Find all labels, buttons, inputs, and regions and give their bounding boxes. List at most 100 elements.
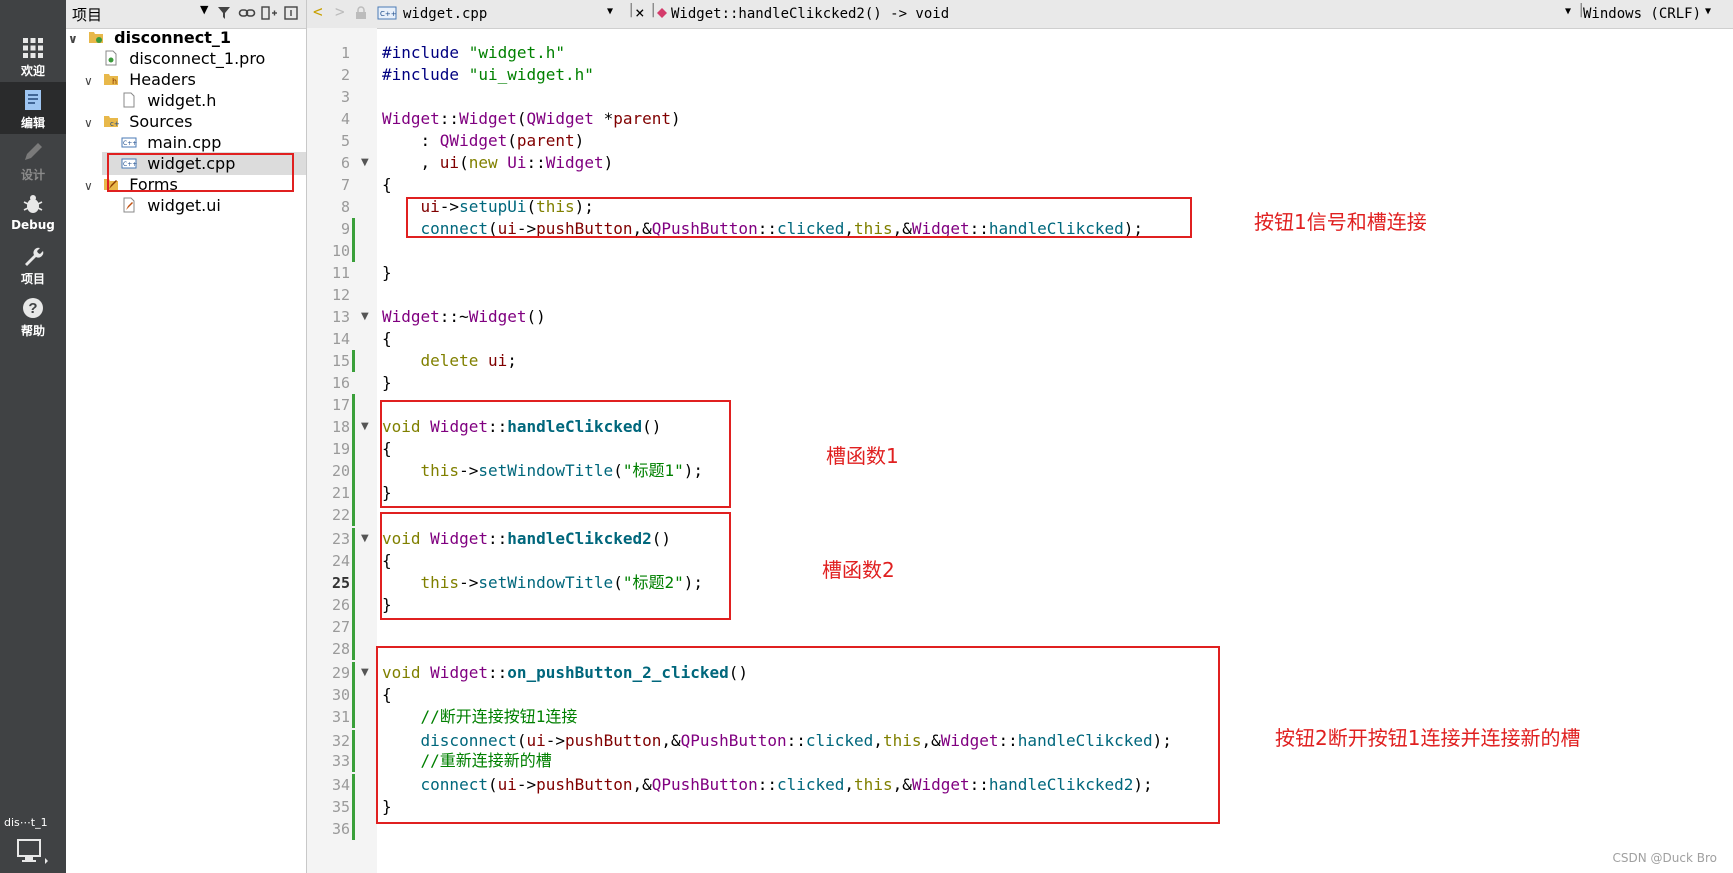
- line-number: 15: [331, 352, 350, 370]
- code-line[interactable]: }: [382, 262, 392, 284]
- code-line[interactable]: , ui(new Ui::Widget): [382, 152, 614, 174]
- line-number: 30: [331, 686, 350, 704]
- chevron-down-icon[interactable]: ▼: [1565, 6, 1571, 17]
- monitor-icon[interactable]: [16, 838, 50, 868]
- chevron-down-icon[interactable]: ▼: [607, 6, 613, 17]
- tree-item-project[interactable]: ∨ disconnect_1: [66, 26, 306, 49]
- line-number: 13: [331, 308, 350, 326]
- mode-edit[interactable]: 编辑: [0, 82, 66, 134]
- line-number: 16: [331, 374, 350, 392]
- fold-arrow-icon[interactable]: ▼: [361, 533, 371, 544]
- code-line[interactable]: Widget::~Widget(): [382, 306, 546, 328]
- highlight-box-slot2: [380, 512, 731, 620]
- line-number: 6: [340, 154, 350, 172]
- line-number: 14: [331, 330, 350, 348]
- chevron-down-icon[interactable]: ∨: [68, 28, 82, 51]
- line-number: 5: [340, 132, 350, 150]
- lock-icon[interactable]: [355, 6, 367, 20]
- mode-debug[interactable]: Debug: [0, 186, 66, 238]
- folder-headers-icon: h: [104, 74, 119, 86]
- chevron-down-icon[interactable]: ▼: [200, 3, 208, 16]
- tree-item-widget-h[interactable]: widget.h: [102, 89, 306, 112]
- help-icon: ?: [23, 298, 43, 318]
- code-line[interactable]: : QWidget(parent): [382, 130, 585, 152]
- code-line[interactable]: #include "widget.h": [382, 42, 565, 64]
- line-ending-selector[interactable]: Windows (CRLF): [1583, 6, 1701, 22]
- code-line[interactable]: {: [382, 328, 392, 350]
- line-number: 10: [331, 242, 350, 260]
- line-number: 21: [331, 484, 350, 502]
- tree-item-label: main.cpp: [147, 133, 222, 152]
- code-line[interactable]: Widget::Widget(QWidget *parent): [382, 108, 681, 130]
- open-document-selector[interactable]: widget.cpp: [403, 6, 487, 22]
- filter-icon[interactable]: [216, 4, 234, 22]
- mode-projects[interactable]: 项目: [0, 238, 66, 290]
- mode-design[interactable]: 设计: [0, 134, 66, 186]
- fold-arrow-icon[interactable]: ▼: [361, 667, 371, 678]
- fold-arrow-icon[interactable]: ▼: [361, 157, 371, 168]
- line-number: 1: [340, 44, 350, 62]
- line-number: 24: [331, 552, 350, 570]
- chevron-down-icon[interactable]: ∨: [84, 70, 98, 93]
- tree-item-pro-file[interactable]: disconnect_1.pro: [84, 47, 306, 70]
- change-marker: [352, 774, 355, 796]
- back-arrow-icon[interactable]: <: [313, 2, 323, 21]
- tree-item-headers[interactable]: ∨ h Headers: [84, 68, 306, 91]
- change-marker: [352, 416, 355, 438]
- line-number: 18: [331, 418, 350, 436]
- line-number: 2: [340, 66, 350, 84]
- change-marker: [352, 684, 355, 706]
- code-line[interactable]: #include "ui_widget.h": [382, 64, 594, 86]
- line-number: 20: [331, 462, 350, 480]
- fold-arrow-icon[interactable]: ▼: [361, 311, 371, 322]
- highlight-box-connect: [406, 197, 1192, 238]
- tree-item-sources[interactable]: ∨ c+ Sources: [84, 110, 306, 133]
- tree-item-widget-ui[interactable]: widget.ui: [102, 194, 306, 217]
- annotation-connect-note: 按钮1信号和槽连接: [1254, 210, 1427, 234]
- change-marker: [352, 350, 355, 372]
- line-number: 25: [331, 574, 350, 592]
- line-number: 33: [331, 752, 350, 770]
- mode-help[interactable]: ? 帮助: [0, 290, 66, 342]
- svg-text:c+: c+: [110, 120, 119, 128]
- line-number: 32: [331, 732, 350, 750]
- highlight-box-disconnect: [376, 646, 1220, 824]
- link-icon[interactable]: [238, 4, 256, 22]
- line-number: 7: [340, 176, 350, 194]
- change-marker: [352, 572, 355, 594]
- tree-item-label: disconnect_1: [114, 28, 231, 47]
- fold-arrow-icon[interactable]: ▼: [361, 421, 371, 432]
- svg-text:C++: C++: [123, 140, 137, 147]
- change-marker: [352, 504, 355, 526]
- change-marker: [352, 482, 355, 504]
- close-icon[interactable]: ×: [635, 3, 645, 22]
- line-number: 35: [331, 798, 350, 816]
- line-number: 11: [331, 264, 350, 282]
- folder-project-icon: [88, 32, 103, 43]
- symbol-selector[interactable]: Widget::handleClikcked2() -> void: [671, 6, 949, 22]
- code-line[interactable]: delete ui;: [382, 350, 517, 372]
- mode-label: 欢迎: [20, 64, 45, 78]
- mode-label: Debug: [11, 218, 55, 232]
- code-line[interactable]: }: [382, 372, 392, 394]
- mode-welcome[interactable]: 欢迎: [0, 30, 66, 82]
- grid-icon: [23, 38, 43, 58]
- line-number: 23: [331, 530, 350, 548]
- code-line[interactable]: {: [382, 174, 392, 196]
- chevron-down-icon[interactable]: ∨: [84, 175, 98, 198]
- annotation-disconnect-note: 按钮2断开按钮1连接并连接新的槽: [1275, 726, 1581, 750]
- chevron-down-icon[interactable]: ▼: [1705, 6, 1711, 17]
- line-number: 28: [331, 640, 350, 658]
- line-number: 3: [340, 88, 350, 106]
- pencil-icon: [25, 143, 42, 160]
- chevron-down-icon[interactable]: ∨: [84, 112, 98, 135]
- forward-arrow-icon[interactable]: >: [335, 2, 345, 21]
- tree-item-label: Headers: [129, 70, 196, 89]
- split-icon[interactable]: [260, 4, 278, 22]
- kit-selector-label[interactable]: dis⋯t_1: [0, 816, 66, 829]
- tree-item-main-cpp[interactable]: C++ main.cpp: [102, 131, 306, 154]
- cpp-file-icon: C++: [377, 6, 397, 20]
- close-pane-icon[interactable]: [282, 4, 300, 22]
- project-view-selector[interactable]: 项目: [72, 4, 102, 25]
- highlight-box-slot1: [380, 400, 731, 508]
